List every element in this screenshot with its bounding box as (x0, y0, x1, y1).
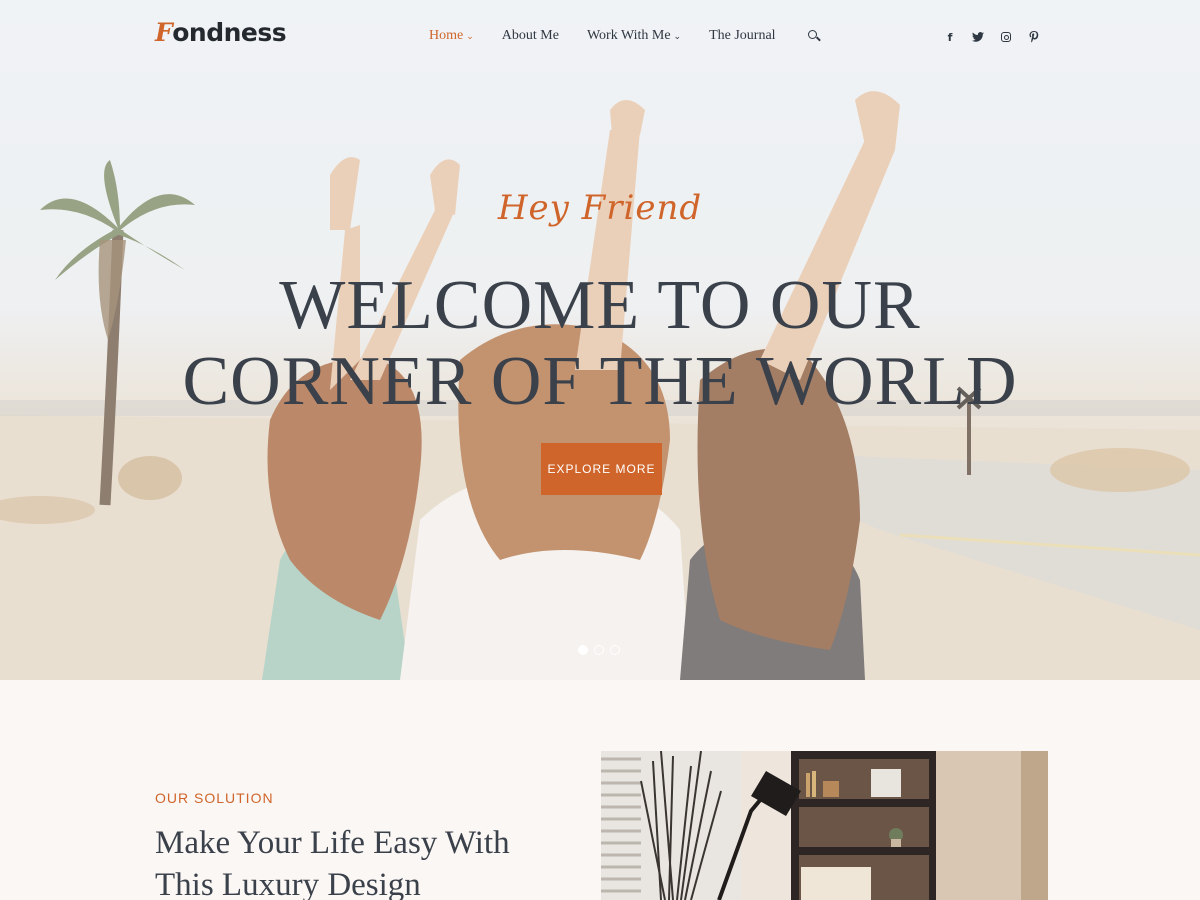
facebook-icon[interactable]: f (943, 30, 957, 44)
hero-script-heading: Hey Friend (497, 188, 703, 228)
nav-item-label: The Journal (709, 28, 776, 43)
nav-item-the-journal[interactable]: The Journal (709, 28, 775, 44)
main-nav: Home ⌄ About Me Work With Me ⌄ The Journ… (429, 28, 821, 44)
nav-item-label: About Me (501, 28, 559, 43)
section-eyebrow: OUR SOLUTION (155, 790, 274, 806)
site-header: Fondness Home ⌄ About Me Work With Me ⌄ … (0, 0, 1200, 74)
nav-item-about-me[interactable]: About Me (502, 28, 559, 44)
slider-dots (578, 645, 626, 655)
nav-item-home[interactable]: Home ⌄ (429, 28, 474, 44)
twitter-icon[interactable] (971, 30, 985, 44)
slider-dot-2[interactable] (594, 645, 604, 655)
instagram-icon[interactable] (999, 30, 1013, 44)
pinterest-icon[interactable] (1027, 30, 1041, 44)
nav-item-work-with-me[interactable]: Work With Me ⌄ (587, 28, 681, 44)
nav-item-label: Home (429, 28, 464, 43)
hero-slider: Hey Friend WELCOME TO OUR CORNER OF THE … (0, 0, 1200, 680)
section-title: Make Your Life Easy With This Luxury Des… (155, 825, 510, 900)
chevron-down-icon: ⌄ (466, 31, 474, 41)
site-logo[interactable]: Fondness (155, 18, 287, 47)
social-links: f (943, 30, 1055, 44)
chevron-down-icon: ⌄ (673, 31, 682, 41)
nav-item-label: Work With Me (586, 28, 671, 43)
search-icon[interactable] (807, 29, 821, 43)
logo-text: ondness (172, 18, 287, 47)
explore-more-button[interactable]: EXPLORE MORE (541, 443, 662, 495)
slider-dot-3[interactable] (610, 645, 620, 655)
hero-title: WELCOME TO OUR CORNER OF THE WORLD (182, 267, 1018, 420)
interior-photo (601, 751, 1048, 900)
logo-initial: F (155, 18, 173, 47)
slider-dot-1[interactable] (578, 645, 588, 655)
